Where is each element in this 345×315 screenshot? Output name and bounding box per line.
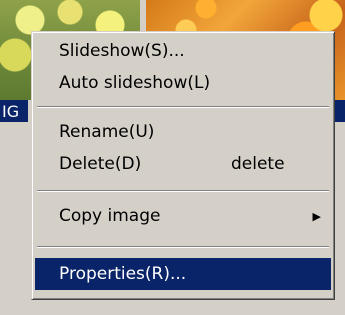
submenu-arrow-icon: ▶ [312, 209, 321, 223]
menu-item-label: Delete(D) [59, 154, 142, 174]
menu-separator [37, 190, 329, 192]
menu-item-delete[interactable]: Delete(D) delete [35, 148, 331, 180]
menu-separator [37, 246, 329, 248]
menu-item-label: Copy image [59, 206, 161, 226]
menu-item-shortcut: delete [231, 154, 285, 174]
menu-item-label: Rename(U) [59, 122, 155, 142]
menu-item-slideshow[interactable]: Slideshow(S)... [35, 35, 331, 67]
context-menu: Slideshow(S)... Auto slideshow(L) Rename… [31, 31, 335, 300]
menu-item-copy-image[interactable]: Copy image ▶ [35, 200, 331, 232]
menu-item-auto-slideshow[interactable]: Auto slideshow(L) [35, 67, 331, 99]
menu-item-label: Properties(R)... [59, 264, 187, 284]
menu-separator [37, 106, 329, 108]
menu-item-label: Auto slideshow(L) [59, 73, 211, 93]
menu-item-rename[interactable]: Rename(U) [35, 116, 331, 148]
menu-item-properties[interactable]: Properties(R)... [35, 258, 331, 290]
thumbnail-selected-label: IG [2, 102, 20, 121]
menu-item-label: Slideshow(S)... [59, 41, 185, 61]
